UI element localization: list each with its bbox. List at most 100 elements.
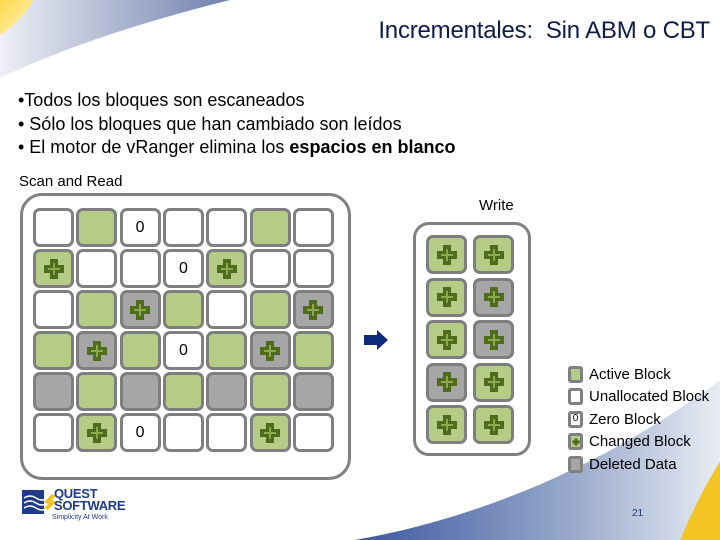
plus-icon: [436, 244, 457, 265]
source-block-unallocated: [162, 413, 204, 452]
source-block-active: [249, 290, 291, 329]
source-block-active: [76, 290, 118, 329]
legend-item-deleted: Deleted Data: [568, 454, 677, 474]
source-block-changed: [33, 249, 74, 288]
source-block-active: [162, 372, 204, 411]
legend-label: Zero Block: [589, 410, 661, 428]
source-block-active: [76, 208, 118, 247]
top-swoosh: [0, 0, 230, 78]
target-block-changed: [426, 277, 467, 317]
plus-icon: [483, 287, 504, 307]
source-block-unallocated: [292, 413, 334, 452]
source-block-zero: 0: [162, 249, 204, 288]
source-block-changed: [249, 413, 291, 452]
plus-icon: [86, 422, 107, 443]
plus-icon: [571, 438, 580, 446]
source-block-unallocated: [206, 208, 248, 247]
plus-icon: [483, 329, 504, 350]
legend-label: Unallocated Block: [589, 388, 710, 406]
source-block-deleted-changed: [76, 331, 118, 370]
bullet-item: •Todos los bloques son escaneados: [18, 90, 305, 110]
plus-icon: [436, 287, 457, 307]
source-block-zero: 0: [119, 413, 161, 452]
legend-swatch-changed: [568, 433, 583, 451]
quest-software-logo: QUEST SOFTWARE Simplicity At Work: [22, 487, 152, 528]
source-block-active: [249, 208, 291, 247]
source-block-active: [162, 290, 204, 329]
source-block-unallocated: [292, 208, 334, 247]
legend-label: Active Block: [589, 365, 671, 383]
page-number: 21: [632, 508, 644, 519]
source-block-unallocated: [206, 413, 248, 452]
zero-label: 0: [135, 218, 145, 236]
source-block-deleted-changed: [249, 331, 291, 370]
source-block-active: [76, 372, 118, 411]
source-block-deleted: [119, 372, 161, 411]
legend-swatch-unallocated: [568, 388, 583, 406]
plus-icon: [436, 329, 457, 350]
legend-item-zero: 0 Zero Block: [568, 409, 661, 429]
logo-line2: SOFTWARE: [54, 498, 126, 513]
target-block-changed: [473, 235, 514, 274]
source-block-deleted: [292, 372, 334, 411]
target-block-changed: [473, 405, 514, 444]
source-block-unallocated: [76, 249, 118, 288]
bullet-item: • Sólo los bloques que han cambiado son …: [18, 113, 402, 134]
source-block-active: [206, 331, 248, 370]
source-block-deleted-changed: [119, 290, 161, 329]
plus-icon: [86, 340, 107, 361]
source-block-zero: 0: [162, 331, 204, 370]
bullet-item: • El motor de vRanger elimina los espaci…: [18, 137, 456, 157]
source-block-changed: [76, 413, 118, 452]
slide-title: Incrementales: Sin ABM o CBT: [378, 17, 710, 44]
target-block-changed: [426, 405, 467, 444]
target-block-deleted-changed: [426, 362, 467, 402]
plus-icon: [216, 258, 237, 279]
plus-icon: [260, 340, 280, 361]
zero-label: 0: [135, 423, 145, 441]
scan-and-read-label: Scan and Read: [19, 173, 123, 190]
plus-icon: [483, 414, 504, 435]
plus-icon: [483, 372, 504, 392]
plus-icon: [303, 299, 324, 320]
plus-icon: [483, 244, 504, 265]
zero-label: 0: [178, 259, 188, 277]
target-block-changed: [473, 362, 514, 402]
source-block-deleted-changed: [292, 290, 334, 329]
source-block-unallocated: [206, 290, 248, 329]
source-block-deleted: [33, 372, 74, 411]
legend-item-changed: Changed Block: [568, 432, 691, 452]
target-block-deleted-changed: [473, 277, 514, 317]
source-block-active: [292, 331, 334, 370]
target-block-deleted-changed: [473, 320, 514, 359]
source-block-unallocated: [33, 413, 74, 452]
legend-label: Changed Block: [589, 433, 691, 451]
logo-tagline: Simplicity At Work: [52, 514, 108, 521]
source-block-unallocated: [249, 249, 291, 288]
plus-icon: [130, 299, 151, 320]
plus-icon: [43, 258, 64, 279]
source-block-unallocated: [292, 249, 334, 288]
legend-label: Deleted Data: [589, 455, 677, 473]
source-block-unallocated: [162, 208, 204, 247]
plus-icon: [260, 422, 280, 443]
write-label: Write: [479, 197, 514, 214]
legend-swatch-zero: 0: [568, 410, 583, 428]
legend-swatch-deleted: [568, 455, 583, 473]
source-block-unallocated: [119, 249, 161, 288]
source-block-unallocated: [33, 208, 74, 247]
target-block-changed: [426, 320, 467, 359]
source-block-unallocated: [33, 290, 74, 329]
zero-label: 0: [178, 341, 188, 359]
source-block-deleted: [206, 372, 248, 411]
source-block-active: [33, 331, 74, 370]
plus-icon: [436, 414, 457, 435]
legend-item-active: Active Block: [568, 364, 671, 384]
source-block-active: [249, 372, 291, 411]
right-arrow-icon: [364, 330, 388, 350]
legend-item-unallocated: Unallocated Block: [568, 387, 709, 407]
bullet-list: •Todos los bloques son escaneados • Sólo…: [18, 89, 455, 160]
plus-icon: [436, 372, 457, 392]
source-block-changed: [206, 249, 248, 288]
legend-swatch-active: [568, 365, 583, 383]
